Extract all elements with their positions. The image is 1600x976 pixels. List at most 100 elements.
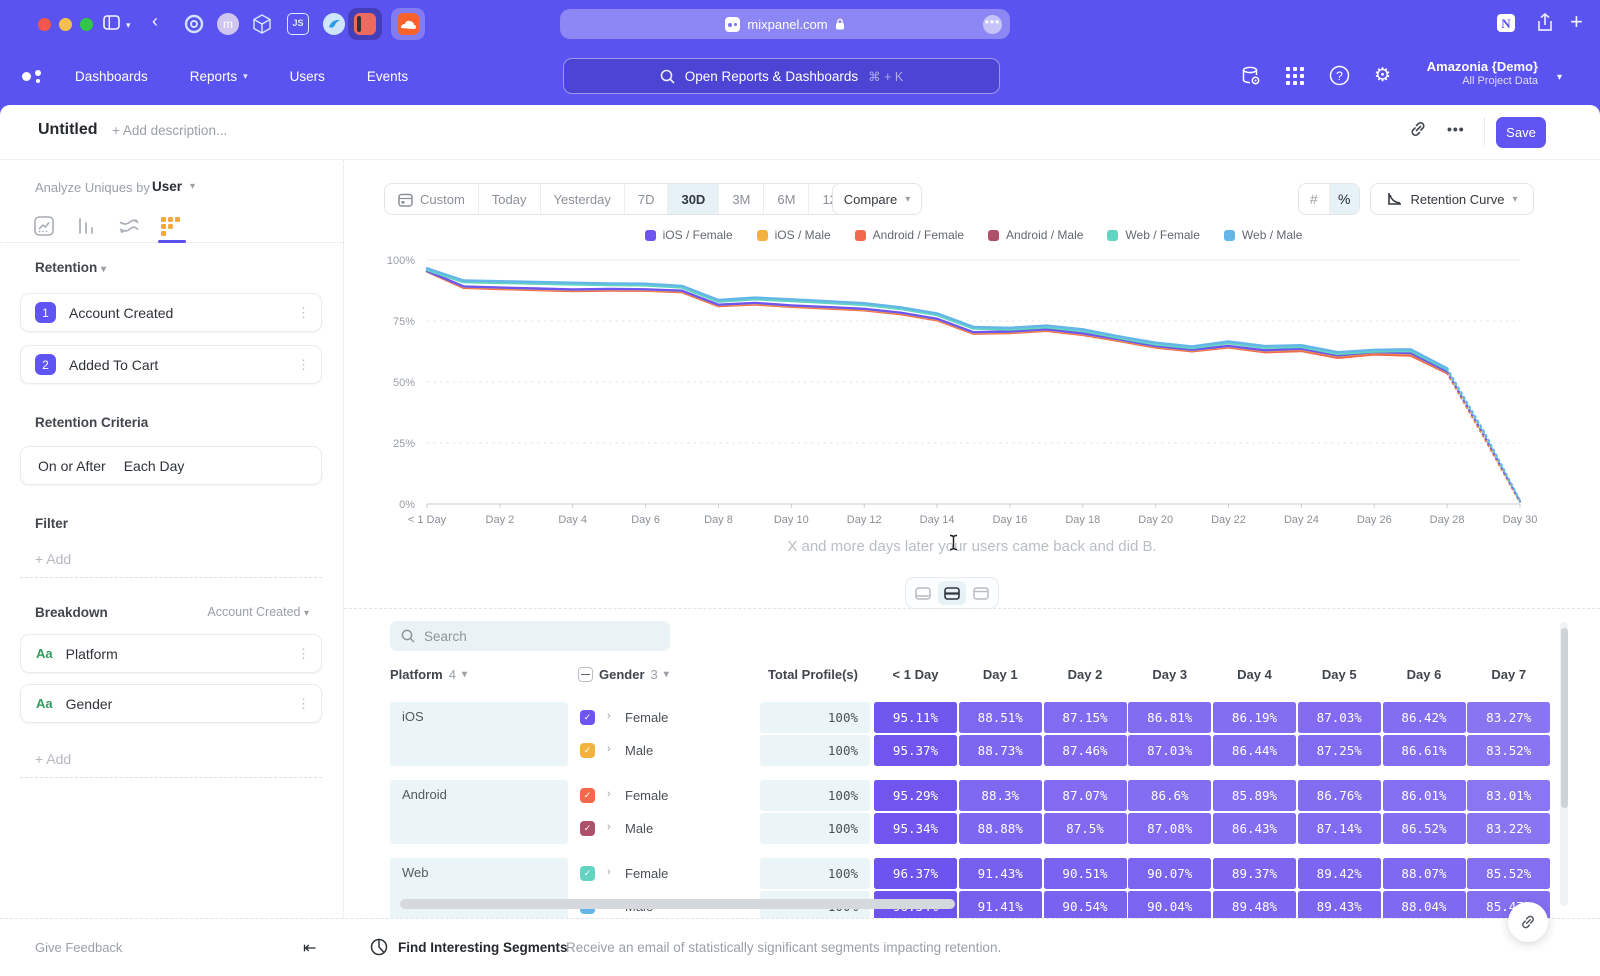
retention-value-cell[interactable]: 95.34% [874, 813, 957, 844]
series-checkbox[interactable]: ✓ [580, 743, 595, 758]
site-options-icon[interactable]: ••• [983, 15, 1002, 34]
data-management-icon[interactable] [1240, 65, 1262, 87]
tab-insights[interactable] [34, 216, 56, 238]
retention-value-cell[interactable]: 95.11% [874, 702, 957, 733]
retention-value-cell[interactable]: 86.61% [1383, 735, 1466, 766]
settings-gear-icon[interactable]: ⚙ [1374, 64, 1391, 87]
help-icon[interactable]: ? [1329, 65, 1350, 86]
retention-value-cell[interactable]: 86.43% [1213, 813, 1296, 844]
new-tab-button[interactable]: + [1570, 9, 1583, 35]
add-filter-button[interactable]: + Add [20, 540, 322, 578]
legend-web-male[interactable]: Web / Male [1224, 228, 1302, 242]
mixpanel-logo[interactable] [22, 70, 48, 84]
retention-value-cell[interactable]: 87.15% [1044, 702, 1127, 733]
back-button[interactable]: ‹ [152, 11, 158, 32]
copy-link-icon[interactable] [1408, 119, 1428, 139]
retention-value-cell[interactable]: 83.01% [1467, 780, 1550, 811]
global-search-button[interactable]: Open Reports & Dashboards ⌘ + K [563, 58, 1000, 94]
retention-value-cell[interactable]: 87.03% [1128, 735, 1211, 766]
nav-item-dashboards[interactable]: Dashboards [75, 69, 148, 84]
nav-item-users[interactable]: Users [290, 69, 325, 84]
retention-value-cell[interactable]: 86.19% [1213, 702, 1296, 733]
unit-number-toggle[interactable]: # [1299, 184, 1330, 214]
retention-value-cell[interactable]: 90.07% [1128, 858, 1211, 889]
column-header-day-7[interactable]: Day 7 [1467, 658, 1550, 690]
layout-table-focus-button[interactable] [968, 581, 995, 605]
analyze-entity-dropdown[interactable]: User [152, 179, 182, 194]
legend-ios-female[interactable]: iOS / Female [645, 228, 733, 242]
column-header-day-4[interactable]: Day 4 [1213, 658, 1296, 690]
series-checkbox[interactable]: ✓ [580, 866, 595, 881]
retention-value-cell[interactable]: 90.54% [1044, 891, 1127, 918]
extension-m-icon[interactable]: m [217, 13, 239, 35]
apps-grid-icon[interactable] [1285, 66, 1305, 86]
retention-value-cell[interactable]: 88.3% [959, 780, 1042, 811]
kebab-menu-icon[interactable]: ⋮ [297, 701, 309, 706]
add-description-field[interactable]: + Add description... [112, 123, 227, 138]
kebab-menu-icon[interactable]: ⋮ [297, 362, 309, 367]
close-window-button[interactable] [38, 18, 51, 31]
legend-ios-male[interactable]: iOS / Male [757, 228, 831, 242]
retention-value-cell[interactable]: 95.29% [874, 780, 957, 811]
breakdown-gender-card[interactable]: Aa Gender ⋮ [20, 684, 322, 723]
retention-value-cell[interactable]: 87.25% [1298, 735, 1381, 766]
account-switcher[interactable]: Amazonia {Demo} All Project Data [1427, 59, 1538, 89]
range-today[interactable]: Today [479, 184, 541, 214]
more-options-icon[interactable]: ••• [1447, 121, 1465, 137]
tab-retention[interactable] [160, 216, 182, 238]
maximize-window-button[interactable] [80, 18, 93, 31]
legend-android-female[interactable]: Android / Female [855, 228, 964, 242]
retention-value-cell[interactable]: 87.03% [1298, 702, 1381, 733]
retention-value-cell[interactable]: 88.88% [959, 813, 1042, 844]
gender-column-header[interactable]: — Gender3▾ [578, 658, 669, 690]
chart-type-dropdown[interactable]: Retention Curve▾ [1370, 183, 1534, 215]
retention-value-cell[interactable]: 86.01% [1383, 780, 1466, 811]
retention-value-cell[interactable]: 87.14% [1298, 813, 1381, 844]
retention-value-cell[interactable]: 91.43% [959, 858, 1042, 889]
unit-percent-toggle[interactable]: % [1330, 184, 1360, 214]
retention-value-cell[interactable]: 87.07% [1044, 780, 1127, 811]
retention-value-cell[interactable]: 89.43% [1298, 891, 1381, 918]
retention-value-cell[interactable]: 91.41% [959, 891, 1042, 918]
expand-chevron-icon[interactable]: › [607, 821, 611, 833]
retention-value-cell[interactable]: 89.42% [1298, 858, 1381, 889]
legend-web-female[interactable]: Web / Female [1107, 228, 1199, 242]
find-segments-title[interactable]: Find Interesting Segments [398, 940, 568, 955]
retention-step-2[interactable]: 2 Added To Cart ⋮ [20, 345, 322, 384]
retention-value-cell[interactable]: 90.51% [1044, 858, 1127, 889]
select-all-checkbox[interactable]: — [578, 667, 593, 682]
chevron-down-icon[interactable]: ▾ [126, 20, 131, 31]
tab-funnels[interactable] [76, 216, 98, 238]
platform-column-header[interactable]: Platform4▾ [390, 658, 467, 690]
breakdown-platform-card[interactable]: Aa Platform ⋮ [20, 634, 322, 673]
criteria-interval[interactable]: Each Day [124, 458, 185, 474]
retention-value-cell[interactable]: 86.42% [1383, 702, 1466, 733]
address-bar[interactable]: mixpanel.com ••• [560, 9, 1010, 39]
retention-value-cell[interactable]: 88.51% [959, 702, 1042, 733]
retention-value-cell[interactable]: 83.52% [1467, 735, 1550, 766]
expand-chevron-icon[interactable]: › [607, 710, 611, 722]
retention-value-cell[interactable]: 89.48% [1213, 891, 1296, 918]
layout-split-button[interactable] [938, 581, 965, 605]
retention-value-cell[interactable]: 83.27% [1467, 702, 1550, 733]
retention-value-cell[interactable]: 85.89% [1213, 780, 1296, 811]
legend-android-male[interactable]: Android / Male [988, 228, 1083, 242]
extension-cloud-icon[interactable] [397, 13, 419, 35]
retention-value-cell[interactable]: 90.04% [1128, 891, 1211, 918]
column-header--1-day[interactable]: < 1 Day [874, 658, 957, 690]
save-button[interactable]: Save [1496, 117, 1546, 148]
retention-value-cell[interactable]: 86.81% [1128, 702, 1211, 733]
range-3m[interactable]: 3M [719, 184, 764, 214]
retention-value-cell[interactable]: 87.46% [1044, 735, 1127, 766]
column-header-day-5[interactable]: Day 5 [1298, 658, 1381, 690]
retention-value-cell[interactable]: 96.37% [874, 858, 957, 889]
retention-value-cell[interactable]: 86.76% [1298, 780, 1381, 811]
extension-cube-icon[interactable] [251, 13, 273, 35]
retention-value-cell[interactable]: 86.6% [1128, 780, 1211, 811]
table-search-input[interactable]: Search [390, 621, 670, 651]
retention-section-label[interactable]: Retention ▾ [35, 260, 106, 275]
add-breakdown-button[interactable]: + Add [20, 740, 322, 778]
collapse-sidebar-icon[interactable]: ⇤ [303, 938, 316, 958]
column-header-day-2[interactable]: Day 2 [1044, 658, 1127, 690]
retention-value-cell[interactable]: 88.73% [959, 735, 1042, 766]
